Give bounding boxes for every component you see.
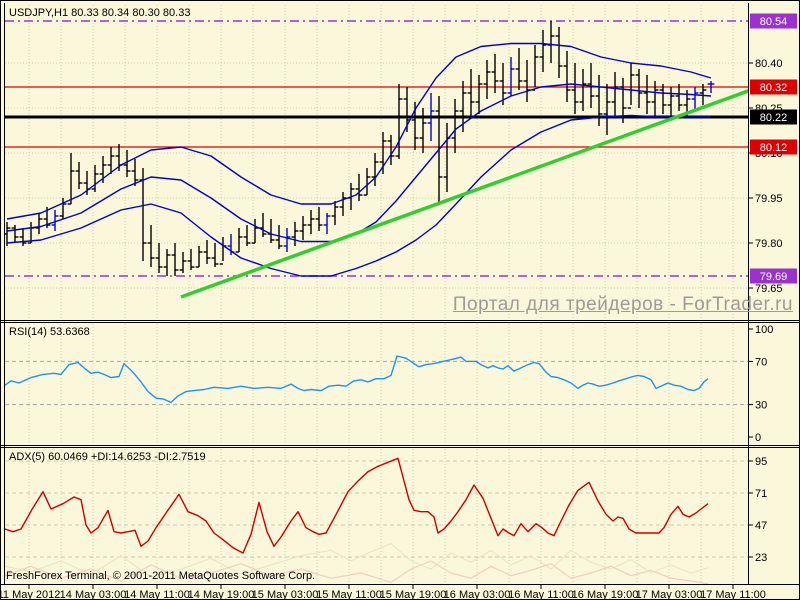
price-badge-label: 79.69 (760, 271, 788, 283)
adx-tick-label: 95 (755, 456, 767, 468)
ohlc-bars (5, 21, 715, 276)
indicator-axes[interactable]: 100 70 30 0 95 71 47 23 (748, 324, 774, 564)
adx-line (5, 457, 709, 554)
time-axis-label: 15 May 03:00 (252, 589, 319, 600)
time-axis-label: 14 May 19:00 (188, 589, 255, 600)
rsi-panel (5, 324, 748, 444)
time-axis-label: 17 May 11:00 (700, 589, 766, 600)
time-axis-label: 16 May 11:00 (508, 589, 574, 600)
time-axis-label: 15 May 11:00 (316, 589, 382, 600)
time-axis-label: 11 May 2012 (1, 589, 60, 600)
price-badge-label: 80.22 (760, 112, 788, 124)
price-tick-label: 80.40 (755, 58, 783, 70)
copyright-text: FreshForex Terminal, © 2001-2011 MetaQuo… (6, 570, 316, 582)
adx-panel (5, 449, 748, 584)
rsi-grid (28, 324, 734, 444)
time-axis-label: 16 May 19:00 (572, 589, 639, 600)
time-axis-label: 17 May 03:00 (636, 589, 703, 600)
time-axis-label: 14 May 03:00 (60, 589, 127, 600)
price-badge-label: 80.54 (760, 16, 788, 28)
watermark-text: Портал для трейдеров - ForTrader.ru (452, 294, 793, 315)
time-axis-label: 14 May 11:00 (124, 589, 190, 600)
price-tick-label: 79.80 (755, 238, 783, 250)
rsi-indicator-label: RSI(14) 53.6368 (9, 326, 90, 338)
rsi-tick-label: 100 (755, 324, 773, 336)
trading-terminal-window: 80.4080.2580.1079.9579.8079.6580.5480.32… (0, 0, 800, 600)
adx-grid (28, 449, 734, 583)
adx-tick-label: 47 (755, 520, 767, 532)
rsi-tick-label: 30 (755, 400, 767, 412)
adx-tick-label: 23 (755, 552, 767, 564)
bollinger-bands (6, 42, 712, 277)
rsi-tick-label: 0 (755, 432, 761, 444)
time-axis[interactable]: 11 May 2012 14 May 03:0014 May 11:0014 Ma… (1, 584, 800, 600)
price-panel (5, 5, 748, 319)
time-axis-label: 15 May 19:00 (380, 589, 447, 600)
time-axis-label: 16 May 03:00 (444, 589, 511, 600)
price-tick-label: 79.95 (755, 193, 783, 205)
rsi-tick-label: 70 (755, 356, 767, 368)
price-badge-label: 80.12 (760, 142, 788, 154)
chart-title: USDJPY,H1 80.33 80.34 80.30 80.33 (9, 7, 191, 19)
price-axis[interactable]: 80.4080.2580.1079.9579.8079.6580.5480.32… (748, 13, 798, 296)
rsi-line (5, 355, 709, 404)
adx-indicator-label: ADX(5) 60.0469 +DI:14.6253 -DI:2.7519 (9, 451, 206, 463)
price-badge-label: 80.32 (760, 82, 788, 94)
adx-tick-label: 71 (755, 488, 767, 500)
